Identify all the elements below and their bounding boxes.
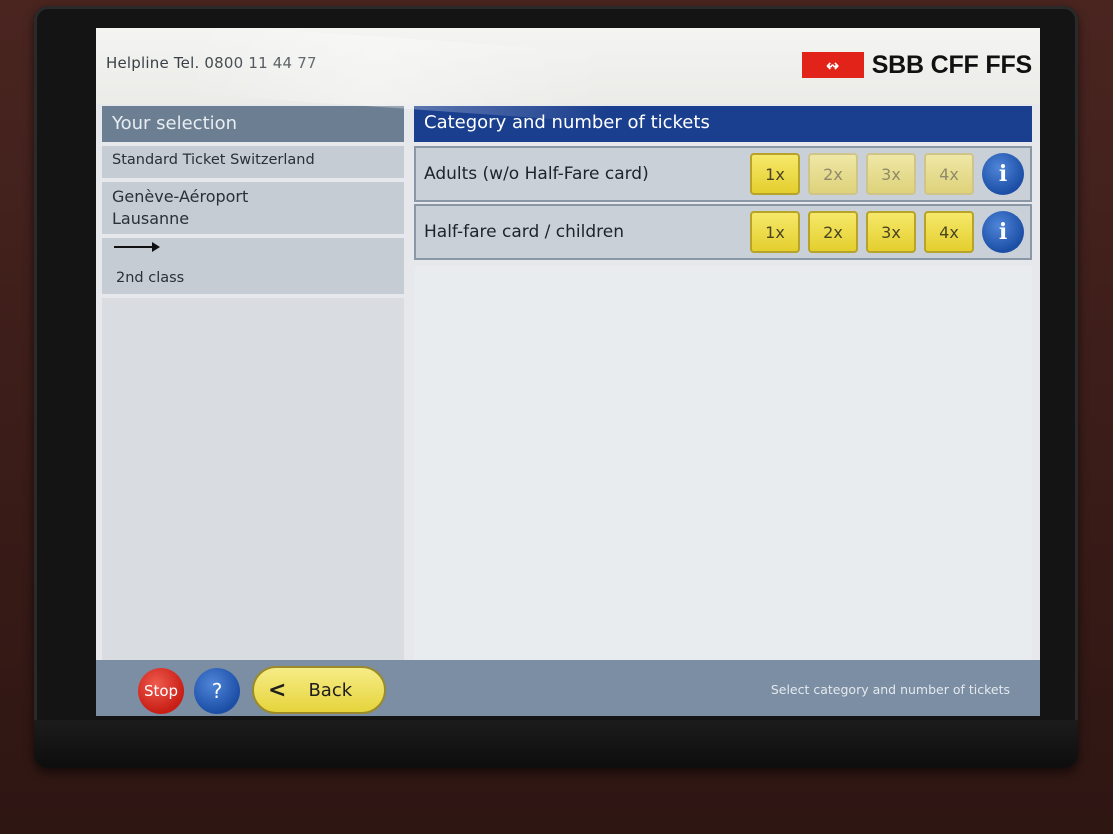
half-fare-2x-button[interactable]: 2x [808,211,858,253]
back-label: Back [308,679,353,701]
help-button[interactable]: ? [194,668,240,714]
route-box: Genève-Aéroport Lausanne [102,182,404,234]
arrow-right-icon [114,242,160,252]
status-text: Select category and number of tickets [770,682,1010,697]
sbb-logo-icon: ↭ [801,52,864,78]
class-box: 2nd class [102,238,404,294]
ticket-row-half-fare: Half-fare card / children 1x 2x 3x 4x i [414,204,1032,260]
back-button[interactable]: < Back [252,666,386,714]
selection-panel-body [102,298,404,662]
tickets-panel: Category and number of tickets Adults (w… [414,106,1032,666]
travel-class: 2nd class [116,270,185,286]
kiosk-screen: Helpline Tel. 0800 11 44 77 ↭ SBB CFF FF… [96,28,1040,716]
half-fare-3x-button[interactable]: 3x [866,211,916,253]
half-fare-1x-button[interactable]: 1x [750,211,800,253]
half-fare-info-icon[interactable]: i [982,211,1024,253]
stop-button[interactable]: Stop [138,668,184,714]
ticket-row-label: Half-fare card / children [424,222,624,242]
adults-3x-button[interactable]: 3x [866,153,916,195]
destination-station: Lausanne [112,209,190,228]
sbb-logo: ↭ SBB CFF FFS [801,50,1032,80]
adults-2x-button[interactable]: 2x [808,153,858,195]
chevron-left-icon: < [268,677,287,703]
ticket-type: Standard Ticket Switzerland [102,146,404,178]
half-fare-4x-button[interactable]: 4x [924,211,974,253]
helpline-text: Helpline Tel. 0800 11 44 77 [106,54,317,72]
sbb-logo-text: SBB CFF FFS [871,50,1032,79]
selection-title: Your selection [102,106,404,142]
adults-info-icon[interactable]: i [982,153,1024,195]
ticket-row-label: Adults (w/o Half-Fare card) [424,164,649,184]
origin-station: Genève-Aéroport [112,187,249,206]
adults-1x-button[interactable]: 1x [750,153,800,195]
ticket-row-adults: Adults (w/o Half-Fare card) 1x 2x 3x 4x … [414,146,1032,202]
selection-panel: Your selection Standard Ticket Switzerla… [102,106,404,662]
adults-4x-button[interactable]: 4x [924,153,974,195]
kiosk-bezel-lower [34,720,1078,768]
top-bar: Helpline Tel. 0800 11 44 77 ↭ SBB CFF FF… [96,28,1040,104]
bottom-bar: Stop ? < Back Select category and number… [96,660,1040,716]
tickets-title: Category and number of tickets [414,106,1032,142]
tickets-panel-body [414,266,1032,666]
